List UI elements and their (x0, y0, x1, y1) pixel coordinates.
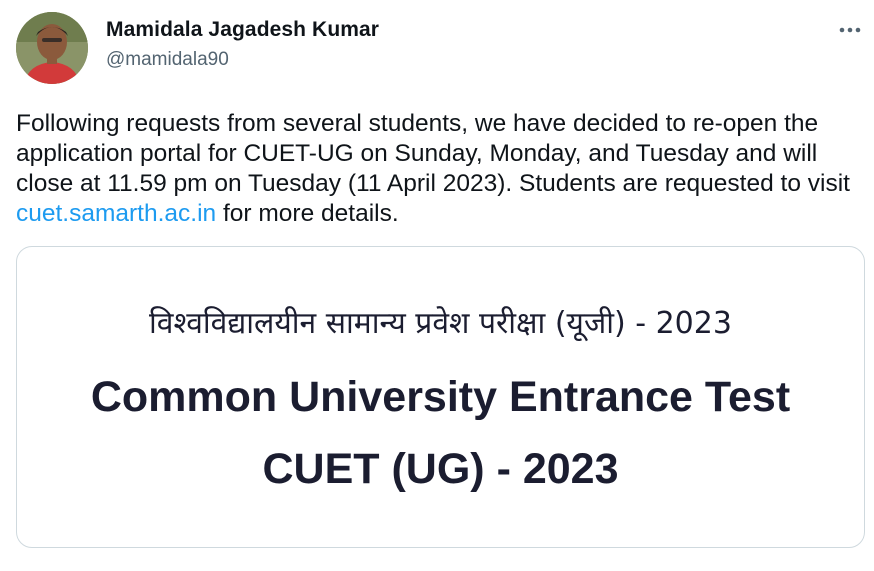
tweet-media-image[interactable]: विश्वविद्यालयीन सामान्य प्रवेश परीक्षा (… (16, 246, 865, 548)
tweet-text-part: for more details. (216, 200, 399, 227)
avatar[interactable] (16, 12, 88, 84)
media-english-title: Common University Entrance Test (90, 373, 791, 421)
profile-photo-icon (16, 12, 88, 84)
media-hindi-title: विश्वविद्यालयीन सामान्य प्रवेश परीक्षा (… (149, 306, 732, 341)
tweet-text: Following requests from several students… (16, 109, 861, 229)
tweet: Mamidala Jagadesh Kumar @mamidala90 Foll… (0, 0, 874, 571)
author-name[interactable]: Mamidala Jagadesh Kumar (106, 18, 379, 42)
author-handle[interactable]: @mamidala90 (106, 49, 229, 71)
more-options-button[interactable] (836, 18, 864, 42)
more-horizontal-icon (839, 27, 861, 33)
media-exam-code: CUET (UG) - 2023 (262, 445, 619, 493)
tweet-link[interactable]: cuet.samarth.ac.in (16, 200, 216, 227)
tweet-text-part: Following requests from several students… (16, 110, 850, 197)
